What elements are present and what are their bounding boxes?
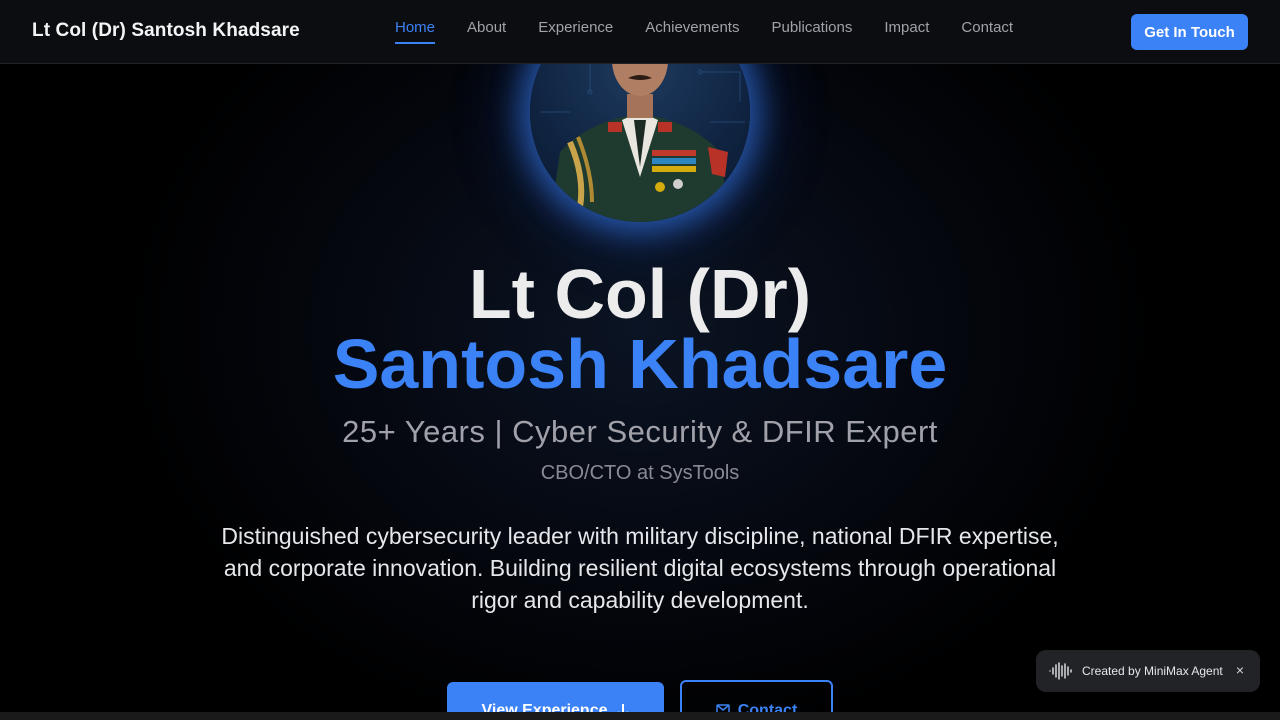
creator-badge[interactable]: Created by MiniMax Agent × <box>1036 650 1260 692</box>
creator-badge-text: Created by MiniMax Agent <box>1082 664 1223 678</box>
nav-link-home[interactable]: Home <box>395 19 436 44</box>
nav-link-impact[interactable]: Impact <box>884 19 929 44</box>
nav-link-achievements[interactable]: Achievements <box>645 19 739 44</box>
get-in-touch-button[interactable]: Get In Touch <box>1131 14 1248 50</box>
nav-link-about[interactable]: About <box>467 19 506 44</box>
page-bottom-strip <box>0 712 1280 720</box>
nav-link-publications[interactable]: Publications <box>771 19 852 44</box>
nav-links: Home About Experience Achievements Publi… <box>395 19 1045 44</box>
nav-link-contact[interactable]: Contact <box>961 19 1013 44</box>
hero-description: Distinguished cybersecurity leader with … <box>221 523 1059 613</box>
top-navbar: Lt Col (Dr) Santosh Khadsare Home About … <box>0 0 1280 64</box>
nav-link-experience[interactable]: Experience <box>538 19 613 44</box>
hero-title-name: Santosh Khadsare <box>332 325 948 403</box>
waveform-icon <box>1048 661 1074 681</box>
close-icon[interactable]: × <box>1236 662 1244 678</box>
brand-name[interactable]: Lt Col (Dr) Santosh Khadsare <box>32 20 300 42</box>
hero-role: CBO/CTO at SysTools <box>540 462 740 484</box>
hero-subtitle: 25+ Years | Cyber Security & DFIR Expert <box>342 414 938 449</box>
hero-title-rank: Lt Col (Dr) <box>468 255 812 333</box>
page: Lt Col (Dr) Santosh Khadsare Home About … <box>0 0 1280 720</box>
